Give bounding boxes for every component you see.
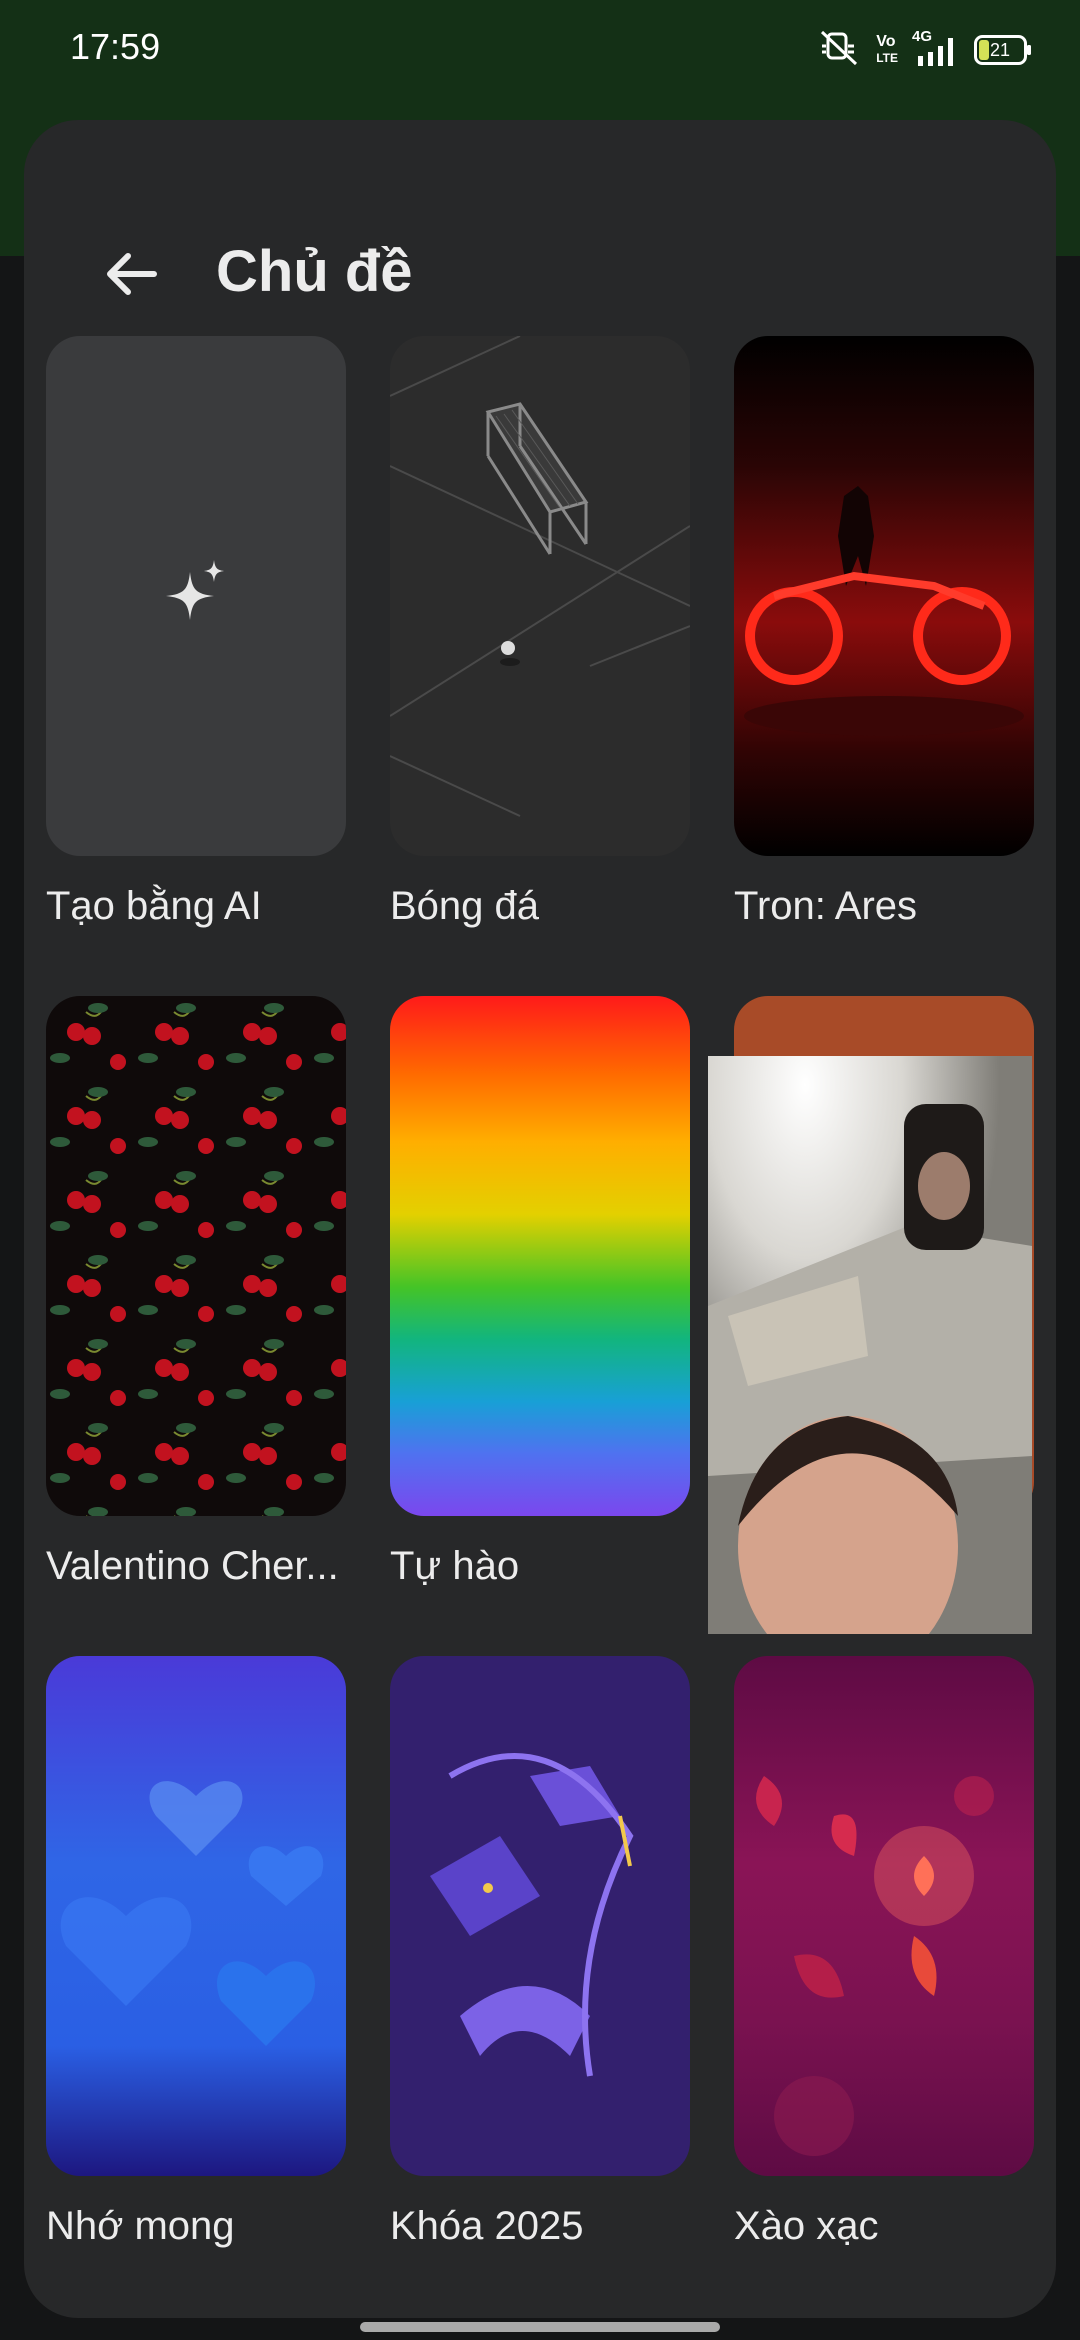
status-icons: Vo LTE 4G 21 xyxy=(818,28,1032,73)
falling-leaves-illustration xyxy=(756,1776,994,2156)
theme-thumbnail xyxy=(46,996,346,1516)
theme-label: Tự hào xyxy=(390,1544,520,1588)
sparkle-icon xyxy=(166,560,224,620)
theme-tile-tu-hao[interactable]: Tự hào xyxy=(390,996,690,1588)
theme-label: Tron: Ares xyxy=(734,884,918,928)
theme-tile-tron-ares[interactable]: Tron: Ares xyxy=(734,336,1034,928)
video-call-frame xyxy=(708,1056,1032,1634)
theme-thumbnail xyxy=(46,1656,346,2176)
theme-label: Bóng đá xyxy=(390,884,540,928)
volte-icon: Vo LTE xyxy=(876,34,898,66)
theme-label: Tạo bằng AI xyxy=(46,884,262,928)
theme-tile-bong-da[interactable]: Bóng đá xyxy=(390,336,690,928)
network-type-label: 4G xyxy=(912,28,933,45)
motorcycle-rider-illustration xyxy=(744,486,1024,736)
theme-tile-valentino-cherry[interactable]: Valentino Cher... xyxy=(46,996,346,1588)
theme-label: Xào xạc xyxy=(734,2204,879,2248)
signal-4g-icon: 4G xyxy=(912,28,960,68)
theme-tile-khoa-2025[interactable]: Khóa 2025 xyxy=(390,1656,690,2248)
theme-thumbnail xyxy=(734,1656,1034,2176)
volte-top-text: Vo xyxy=(876,33,896,50)
battery-icon: 21 xyxy=(974,35,1032,65)
theme-tile-xao-xac[interactable]: Xào xạc xyxy=(734,1656,1034,2248)
football-goal-illustration xyxy=(390,336,690,817)
theme-thumbnail xyxy=(734,336,1034,856)
theme-label: Nhớ mong xyxy=(46,2204,235,2248)
page-title: Chủ đề xyxy=(216,239,413,304)
video-call-pip[interactable] xyxy=(708,1056,1032,1634)
volte-bottom-text: LTE xyxy=(876,51,898,65)
status-time: 17:59 xyxy=(70,26,161,67)
theme-thumbnail xyxy=(46,336,346,856)
graduation-cap-illustration xyxy=(430,1753,634,2077)
back-button[interactable] xyxy=(72,214,192,334)
theme-thumbnail xyxy=(390,996,690,1516)
theme-label: Valentino Cher... xyxy=(46,1544,339,1588)
theme-tile-ai[interactable]: Tạo bằng AI xyxy=(46,336,346,928)
home-indicator[interactable] xyxy=(360,2322,720,2332)
status-bar: 17:59 Vo LTE 4G 21 xyxy=(0,0,1080,96)
silent-icon xyxy=(818,28,862,73)
theme-tile-nho-mong[interactable]: Nhớ mong xyxy=(46,1656,346,2248)
theme-thumbnail xyxy=(390,1656,690,2176)
theme-label: Khóa 2025 xyxy=(390,2204,584,2248)
theme-thumbnail xyxy=(390,336,690,856)
battery-level: 21 xyxy=(989,40,1011,60)
hearts-illustration xyxy=(60,1781,324,2046)
cherry-pattern xyxy=(46,996,346,1516)
arrow-left-icon xyxy=(107,253,157,295)
